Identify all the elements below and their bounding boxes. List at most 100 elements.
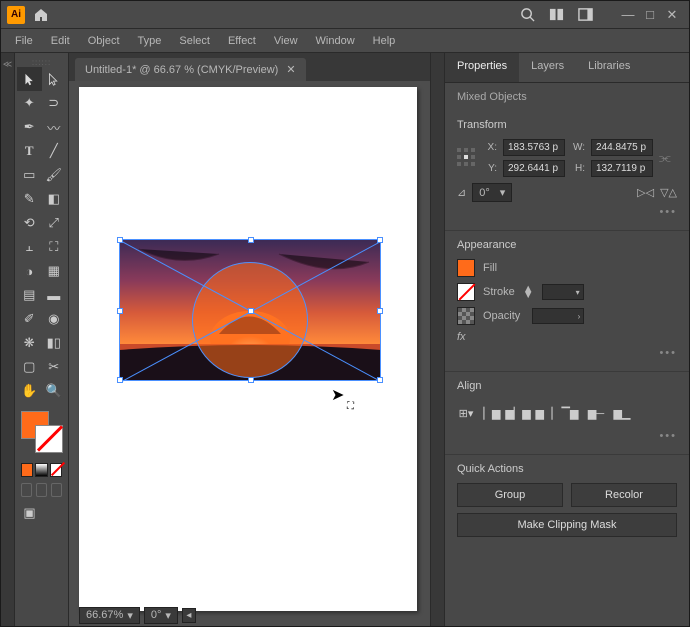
- close-button[interactable]: ✕: [661, 7, 683, 23]
- draw-inside[interactable]: [51, 483, 62, 497]
- align-to-icon[interactable]: ⊞▾: [457, 404, 475, 422]
- flip-vertical-icon[interactable]: ▽△: [660, 186, 677, 199]
- screen-mode[interactable]: ▣: [17, 501, 42, 525]
- document-tab[interactable]: Untitled-1* @ 66.67 % (CMYK/Preview) ✕: [75, 58, 306, 81]
- shape-builder-tool[interactable]: ◑: [17, 259, 42, 283]
- color-swatches[interactable]: [17, 409, 66, 459]
- color-mode-swatch[interactable]: [21, 463, 33, 477]
- tab-properties[interactable]: Properties: [445, 53, 519, 82]
- toolbar-collapse-rail[interactable]: ≪: [1, 53, 15, 626]
- handle-se[interactable]: [377, 377, 383, 383]
- graph-tool[interactable]: ▮▯: [42, 331, 67, 355]
- lasso-tool[interactable]: ⊃: [42, 91, 67, 115]
- symbol-sprayer-tool[interactable]: ❋: [17, 331, 42, 355]
- slice-tool[interactable]: ✂: [42, 355, 67, 379]
- curvature-tool[interactable]: 〰: [42, 115, 67, 139]
- blend-tool[interactable]: ◉: [42, 307, 67, 331]
- minimize-button[interactable]: —: [617, 7, 639, 23]
- menu-view[interactable]: View: [266, 32, 306, 50]
- menu-file[interactable]: File: [7, 32, 41, 50]
- type-tool[interactable]: T: [17, 139, 42, 163]
- handle-w[interactable]: [117, 308, 123, 314]
- menu-edit[interactable]: Edit: [43, 32, 78, 50]
- pen-tool[interactable]: ✒: [17, 115, 42, 139]
- tab-libraries[interactable]: Libraries: [576, 53, 642, 82]
- shaper-tool[interactable]: ✎: [17, 187, 42, 211]
- align-hcenter-icon[interactable]: ▆▏▆: [509, 404, 527, 422]
- direct-selection-tool[interactable]: [42, 67, 67, 91]
- align-top-icon[interactable]: ▔▆: [561, 404, 579, 422]
- handle-nw[interactable]: [117, 237, 123, 243]
- canvas-viewport[interactable]: ➤ ⛶ 66.67%▾ 0°▾ ◂: [69, 81, 430, 626]
- width-tool[interactable]: ⫠: [17, 235, 42, 259]
- opacity-field[interactable]: ›: [532, 308, 584, 324]
- zoom-tool[interactable]: 🔍: [42, 379, 67, 403]
- menu-select[interactable]: Select: [171, 32, 218, 50]
- handle-n[interactable]: [248, 237, 254, 243]
- rectangle-tool[interactable]: ▭: [17, 163, 42, 187]
- draw-normal[interactable]: [21, 483, 32, 497]
- stroke-weight-stepper[interactable]: ▲▼: [523, 286, 534, 298]
- hand-tool[interactable]: ✋: [17, 379, 42, 403]
- transform-more-icon[interactable]: •••: [457, 202, 677, 222]
- align-more-icon[interactable]: •••: [457, 426, 677, 446]
- arrange-icon[interactable]: [549, 7, 564, 22]
- opacity-chip[interactable]: [457, 307, 475, 325]
- align-left-icon[interactable]: ▏▆: [483, 404, 501, 422]
- stroke-chip[interactable]: [457, 283, 475, 301]
- menu-object[interactable]: Object: [80, 32, 128, 50]
- y-field[interactable]: [503, 160, 565, 177]
- eraser-tool[interactable]: ◧: [42, 187, 67, 211]
- search-icon[interactable]: [520, 7, 535, 22]
- stroke-weight-dropdown[interactable]: ▾: [542, 284, 584, 300]
- workspace-icon[interactable]: [578, 7, 593, 22]
- home-icon[interactable]: [33, 7, 49, 23]
- gradient-tool[interactable]: ▬: [42, 283, 67, 307]
- rotate-field[interactable]: 0°▾: [472, 183, 512, 202]
- artboard[interactable]: ➤ ⛶: [79, 87, 417, 611]
- tab-layers[interactable]: Layers: [519, 53, 576, 82]
- scale-tool[interactable]: ⤢: [42, 211, 67, 235]
- maximize-button[interactable]: □: [639, 7, 661, 23]
- close-tab-icon[interactable]: ✕: [286, 63, 295, 76]
- handle-ne[interactable]: [377, 237, 383, 243]
- h-field[interactable]: [591, 160, 653, 177]
- x-field[interactable]: [503, 139, 565, 156]
- artboard-tool[interactable]: ▢: [17, 355, 42, 379]
- fill-chip[interactable]: [457, 259, 475, 277]
- fx-label[interactable]: fx: [457, 331, 677, 343]
- toolbar-grip[interactable]: ::::::: [17, 57, 66, 67]
- menu-effect[interactable]: Effect: [220, 32, 264, 50]
- make-clipping-mask-button[interactable]: Make Clipping Mask: [457, 513, 677, 537]
- paintbrush-tool[interactable]: 🖌: [42, 163, 67, 187]
- none-mode-swatch[interactable]: [50, 463, 62, 477]
- panel-collapse-rail[interactable]: [430, 53, 444, 626]
- menu-type[interactable]: Type: [130, 32, 170, 50]
- w-field[interactable]: [591, 139, 653, 156]
- rotate-tool[interactable]: ⟲: [17, 211, 42, 235]
- perspective-tool[interactable]: ▦: [42, 259, 67, 283]
- line-tool[interactable]: ╱: [42, 139, 67, 163]
- constrain-proportions-icon[interactable]: ⫘: [659, 150, 677, 166]
- handle-sw[interactable]: [117, 377, 123, 383]
- recolor-button[interactable]: Recolor: [571, 483, 677, 507]
- zoom-field[interactable]: 66.67%▾: [79, 607, 140, 624]
- menu-help[interactable]: Help: [365, 32, 404, 50]
- magic-wand-tool[interactable]: ✦: [17, 91, 42, 115]
- reference-point[interactable]: [457, 148, 477, 168]
- artboard-nav-prev[interactable]: ◂: [182, 608, 196, 623]
- align-bottom-icon[interactable]: ▆▁: [613, 404, 631, 422]
- flip-horizontal-icon[interactable]: ▷◁: [637, 186, 654, 199]
- draw-behind[interactable]: [36, 483, 47, 497]
- align-vcenter-icon[interactable]: ▆─: [587, 404, 605, 422]
- stroke-swatch[interactable]: [35, 425, 63, 453]
- handle-e[interactable]: [377, 308, 383, 314]
- gradient-mode-swatch[interactable]: [35, 463, 47, 477]
- free-transform-tool[interactable]: ⛶: [42, 235, 67, 259]
- align-right-icon[interactable]: ▆▕: [535, 404, 553, 422]
- mesh-tool[interactable]: ▤: [17, 283, 42, 307]
- eyedropper-tool[interactable]: ✐: [17, 307, 42, 331]
- selection-tool[interactable]: [17, 67, 42, 91]
- appearance-more-icon[interactable]: •••: [457, 343, 677, 363]
- group-button[interactable]: Group: [457, 483, 563, 507]
